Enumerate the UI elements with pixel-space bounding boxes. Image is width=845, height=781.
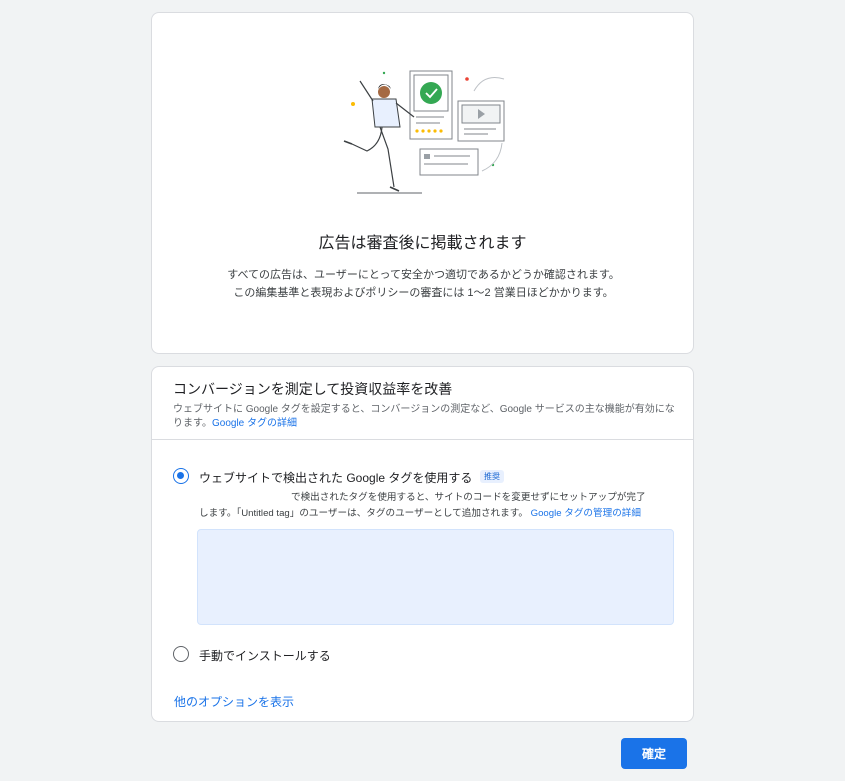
check-circle-icon [420,82,442,104]
tag-management-link[interactable]: Google タグの管理の詳細 [531,508,641,519]
conversion-card: コンバージョンを測定して投資収益率を改善 ウェブサイトに Google タグを設… [151,366,694,722]
option-description-line2: します。「Untitled tag」のユーザーは、タグのユーザーとして追加されま… [199,508,528,519]
review-title: 広告は審査後に掲載されます [318,235,527,252]
conversion-title: コンバージョンを測定して投資収益率を改善 [173,381,453,397]
option-use-detected-tag-label[interactable]: ウェブサイトで検出された Google タグを使用する [199,469,472,486]
recommended-badge: 推奨 [480,470,504,483]
tag-preview-box [197,529,674,625]
confirm-button[interactable]: 確定 [621,738,687,769]
document-panel [409,70,453,140]
option-manual-install-label[interactable]: 手動でインストールする [199,647,331,664]
review-description: すべての広告は、ユーザーにとって安全かつ適切であるかどうか確認されます。この編集… [227,269,620,299]
option-use-detected-tag-description: で検出されたタグを使用すると、サイトのコードを変更せずにセットアップが完了 しま… [199,490,679,522]
radio-use-detected-tag[interactable] [173,468,189,484]
conversion-description: ウェブサイトに Google タグを設定すると、コンバージョンの測定など、Goo… [173,403,678,431]
radio-manual-install[interactable] [173,646,189,662]
review-card: 広告は審査後に掲載されます すべての広告は、ユーザーにとって安全かつ適切であるか… [151,12,694,354]
google-tag-learn-more-link[interactable]: Google タグの詳細 [212,418,297,429]
review-illustration [343,70,505,194]
show-more-options-link[interactable]: 他のオプションを表示 [174,693,294,710]
video-panel [457,100,505,142]
text-panel [419,148,479,176]
option-description-line1: で検出されたタグを使用すると、サイトのコードを変更せずにセットアップが完了 [291,492,646,503]
divider [152,439,693,440]
